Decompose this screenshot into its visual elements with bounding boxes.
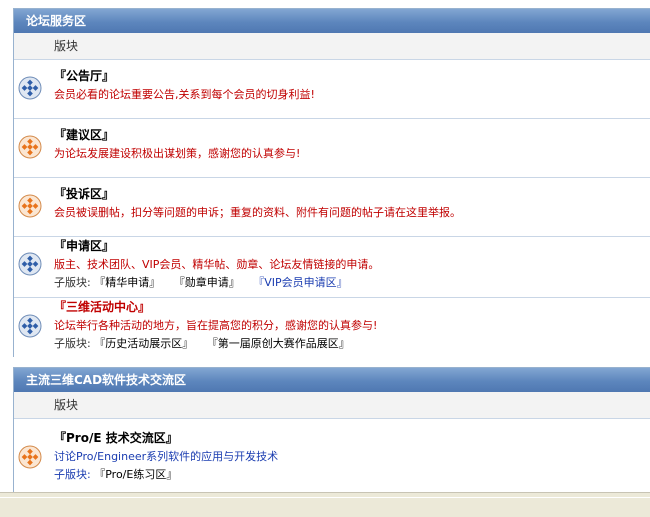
forum-orange-icon [18, 445, 42, 469]
subforum-label: 子版块: [54, 337, 91, 350]
subforum-list: 子版块: 『历史活动展示区』 『第一届原创大赛作品展区』 [54, 336, 650, 351]
forum-description: 会员被误删帖，扣分等问题的申诉；重复的资料、附件有问题的帖子请在这里举报。 [54, 206, 461, 219]
forum-orange-icon [18, 194, 42, 218]
subforum-label: 子版块: [54, 468, 91, 481]
forum-section-cad: 主流三维CAD软件技术交流区 版块 『Pro/E 技术交流区』 讨论Pro/En… [13, 367, 650, 494]
subforum-list: 子版块: 『Pro/E练习区』 [54, 467, 650, 482]
column-label: 版块 [54, 39, 79, 53]
forum-blue-icon [18, 252, 42, 276]
forum-name-applications[interactable]: 『申请区』 [54, 239, 650, 254]
section-title: 论坛服务区 [26, 14, 87, 28]
status-bar-panel [0, 497, 650, 517]
forum-description: 论坛举行各种活动的地方，旨在提高您的积分，感谢您的认真参与! [54, 319, 378, 332]
section-header[interactable]: 主流三维CAD软件技术交流区 [14, 368, 650, 392]
forum-row: 『Pro/E 技术交流区』 讨论Pro/Engineer系列软件的应用与开发技术… [14, 419, 650, 494]
subforum-list: 子版块: 『精华申请』 『勋章申请』 『VIP会员申请区』 [54, 275, 650, 290]
forum-row: 『三维活动中心』 论坛举行各种活动的地方，旨在提高您的积分，感谢您的认真参与! … [14, 298, 650, 358]
subforum-link[interactable]: 『Pro/E练习区』 [94, 468, 177, 481]
status-bar [0, 492, 650, 517]
forum-name-announcements[interactable]: 『公告厅』 [54, 69, 650, 84]
section-header[interactable]: 论坛服务区 [14, 9, 650, 33]
subforum-link[interactable]: 『精华申请』 [94, 276, 160, 289]
forum-blue-icon [18, 76, 42, 100]
forum-blue-icon [18, 314, 42, 338]
forum-name-activity-center[interactable]: 『三维活动中心』 [54, 300, 650, 315]
subforum-link[interactable]: 『VIP会员申请区』 [253, 276, 347, 289]
section-title: 主流三维CAD软件技术交流区 [26, 373, 187, 387]
column-header: 版块 [14, 33, 650, 60]
forum-description: 为论坛发展建设积极出谋划策，感谢您的认真参与! [54, 147, 301, 160]
subforum-link[interactable]: 『第一届原创大赛作品展区』 [207, 337, 350, 350]
column-label: 版块 [54, 398, 79, 412]
forum-description: 会员必看的论坛重要公告,关系到每个会员的切身利益! [54, 88, 315, 101]
forum-description: 讨论Pro/Engineer系列软件的应用与开发技术 [54, 450, 279, 463]
forum-name-suggestions[interactable]: 『建议区』 [54, 128, 650, 143]
column-header: 版块 [14, 392, 650, 419]
forum-row: 『申请区』 版主、技术团队、VIP会员、精华帖、勋章、论坛友情链接的申请。 子版… [14, 237, 650, 298]
subforum-link[interactable]: 『勋章申请』 [174, 276, 240, 289]
forum-row: 『建议区』 为论坛发展建设积极出谋划策，感谢您的认真参与! [14, 119, 650, 178]
forum-description: 版主、技术团队、VIP会员、精华帖、勋章、论坛友情链接的申请。 [54, 258, 380, 271]
forum-name-proe[interactable]: 『Pro/E 技术交流区』 [54, 431, 650, 446]
forum-row: 『公告厅』 会员必看的论坛重要公告,关系到每个会员的切身利益! [14, 60, 650, 119]
forum-section-service: 论坛服务区 版块 『公告厅』 会员必看的论坛重要公告,关系到每个会员的切身利益! [13, 8, 650, 358]
forum-row: 『投诉区』 会员被误删帖，扣分等问题的申诉；重复的资料、附件有问题的帖子请在这里… [14, 178, 650, 237]
subforum-link[interactable]: 『历史活动展示区』 [94, 337, 193, 350]
forum-orange-icon [18, 135, 42, 159]
subforum-label: 子版块: [54, 276, 91, 289]
forum-name-complaints[interactable]: 『投诉区』 [54, 187, 650, 202]
